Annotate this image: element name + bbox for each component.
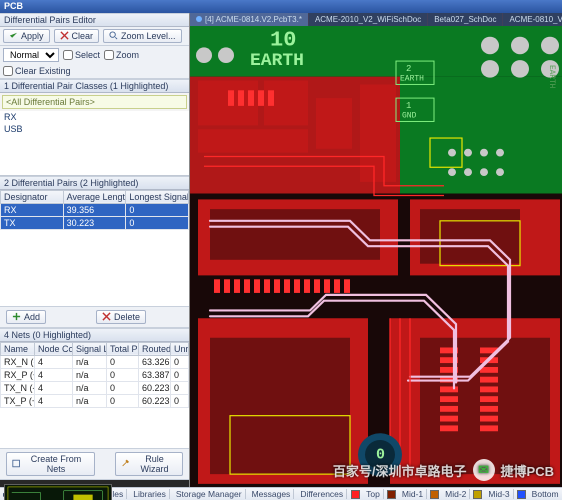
col-designator[interactable]: Designator: [1, 190, 64, 203]
nets-buttons: Create From Nets Rule Wizard: [0, 448, 189, 480]
layer-swatch[interactable]: [473, 490, 482, 499]
window-title: PCB: [0, 0, 562, 13]
classes-header: 1 Differential Pair Classes (1 Highlight…: [0, 79, 189, 93]
silk-text: 10: [270, 27, 296, 52]
create-label: Create From Nets: [23, 454, 89, 474]
classes-filter[interactable]: <All Differential Pairs>: [2, 95, 187, 109]
classes-list[interactable]: RX USB: [0, 111, 189, 176]
clear-label: Clear: [72, 31, 94, 41]
table-row[interactable]: RX_P (+)4n/a063.3870: [1, 368, 189, 381]
col-totalpin[interactable]: Total Pin/Pa...: [107, 342, 139, 355]
rule-wizard-button[interactable]: Rule Wizard: [115, 452, 183, 476]
add-button[interactable]: Add: [6, 310, 46, 324]
status-tab[interactable]: Messages: [249, 489, 295, 499]
rulewiz-label: Rule Wizard: [132, 454, 177, 474]
layer-tab[interactable]: Top: [363, 489, 384, 499]
document-tabs: [4] ACME-0814.V2.PcbT3.* ACME-2010_V2_Wi…: [190, 13, 562, 26]
layer-tab[interactable]: Bottom: [529, 489, 562, 499]
layer-tab[interactable]: Mid-2: [442, 489, 470, 499]
select-checkbox[interactable]: Select: [63, 50, 100, 60]
silk-text: 2: [406, 63, 411, 73]
editor-toolbar: Apply Clear Zoom Level...: [0, 27, 189, 46]
zoom-label: Zoom Level...: [121, 31, 176, 41]
differential-pairs-panel: Differential Pairs Editor Apply Clear Zo…: [0, 13, 190, 488]
pairs-buttons: Add Delete: [0, 306, 189, 328]
apply-label: Apply: [21, 31, 44, 41]
delete-label: Delete: [114, 312, 140, 322]
watermark-text: 百家号/深圳市卓路电子: [333, 461, 467, 480]
col-avglen[interactable]: Average Length (mm): [63, 190, 126, 203]
table-row[interactable]: TX_N (-)4n/a060.2230: [1, 381, 189, 394]
table-row[interactable]: TX_P (+)4n/a060.2230: [1, 394, 189, 407]
svg-text:EARTH: EARTH: [547, 65, 556, 89]
layer-swatch[interactable]: [351, 490, 360, 499]
nets-header: 4 Nets (0 Highlighted): [0, 328, 189, 342]
watermark-text-2: 捷博PCB: [501, 461, 554, 480]
title-text: PCB: [4, 1, 23, 11]
col-name[interactable]: Name: [1, 342, 35, 355]
status-tab[interactable]: Libraries: [130, 489, 170, 499]
pcb-canvas[interactable]: 10 EARTH 2 EARTH 1 GND 0 EARTH: [190, 26, 562, 488]
zoom-level-button[interactable]: Zoom Level...: [103, 29, 182, 43]
col-longest[interactable]: Longest Signal Length (...): [126, 190, 189, 203]
pairs-table[interactable]: Designator Average Length (mm) Longest S…: [0, 190, 189, 230]
dirty-dot-icon: [196, 16, 202, 22]
mode-select[interactable]: Normal: [3, 48, 59, 62]
doc-tab[interactable]: ACME-0810_V2_ETH.SchDoc: [503, 13, 562, 26]
list-item[interactable]: USB: [0, 123, 189, 135]
layer-swatch[interactable]: [430, 490, 439, 499]
silk-text: 1: [406, 100, 411, 110]
create-from-nets-button[interactable]: Create From Nets: [6, 452, 95, 476]
layer-tab[interactable]: Mid-3: [485, 489, 513, 499]
doc-tab[interactable]: ACME-2010_V2_WiFiSchDoc: [309, 13, 428, 26]
pcb-canvas-area: [4] ACME-0814.V2.PcbT3.* ACME-2010_V2_Wi…: [190, 13, 562, 488]
layer-swatch[interactable]: [517, 490, 526, 499]
zoom-checkbox[interactable]: Zoom: [104, 50, 139, 60]
pairs-header: 2 Differential Pairs (2 Highlighted): [0, 176, 189, 190]
table-row[interactable]: TX 30.223 0: [1, 216, 189, 229]
col-nodecount[interactable]: Node Count: [35, 342, 73, 355]
status-tab[interactable]: Differences: [297, 489, 347, 499]
select-label: Select: [75, 50, 100, 60]
nets-table[interactable]: Name Node Count Signal Lengt... Total Pi…: [0, 342, 189, 408]
layer-tab[interactable]: Mid-1: [399, 489, 427, 499]
wechat-icon: ✉: [473, 459, 495, 481]
panel-title: Differential Pairs Editor: [0, 13, 189, 27]
doc-tab[interactable]: [4] ACME-0814.V2.PcbT3.*: [190, 13, 309, 26]
editor-toolbar-2: Normal Select Zoom Clear Existing: [0, 46, 189, 79]
clearex-label: Clear Existing: [15, 66, 71, 76]
delete-button[interactable]: Delete: [96, 310, 146, 324]
list-item[interactable]: RX: [0, 111, 189, 123]
clear-button[interactable]: Clear: [54, 29, 100, 43]
status-tab[interactable]: Storage Manager: [173, 489, 246, 499]
zoom-chk-label: Zoom: [116, 50, 139, 60]
col-routed[interactable]: Routed Len...: [139, 342, 171, 355]
silk-text: GND: [402, 111, 417, 120]
silk-text: EARTH: [400, 74, 424, 83]
col-siglen[interactable]: Signal Lengt...: [73, 342, 107, 355]
col-unrouted[interactable]: Unrouted (...: [171, 342, 189, 355]
add-label: Add: [24, 312, 40, 322]
doc-tab[interactable]: Beta027_SchDoc: [428, 13, 503, 26]
table-row[interactable]: RX 39.356 0: [1, 203, 189, 216]
apply-button[interactable]: Apply: [3, 29, 50, 43]
table-row[interactable]: RX_N (-)4n/a063.3260: [1, 355, 189, 368]
clear-existing-checkbox[interactable]: Clear Existing: [3, 66, 71, 76]
watermark: 百家号/深圳市卓路电子 ✉ 捷博PCB: [333, 459, 554, 481]
layer-swatch[interactable]: [387, 490, 396, 499]
silk-text: EARTH: [250, 51, 304, 71]
